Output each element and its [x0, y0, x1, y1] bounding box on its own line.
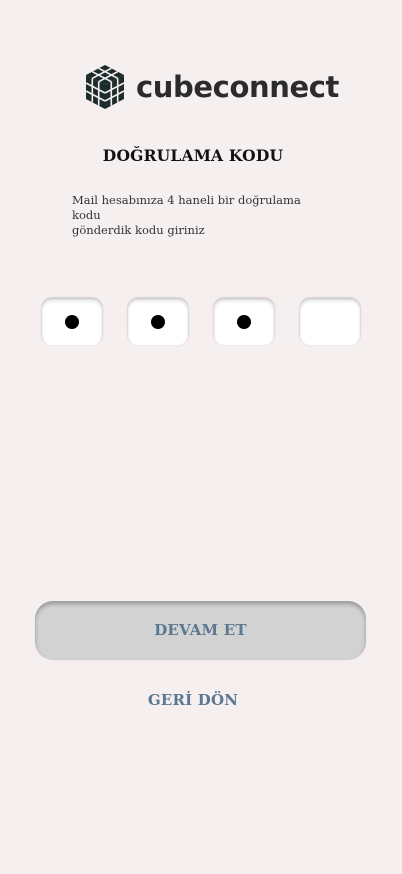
- back-button[interactable]: GERİ DÖN: [0, 691, 386, 709]
- brand-logo: cubeconnect: [84, 62, 339, 112]
- otp-input-group: [42, 299, 360, 345]
- otp-digit-1[interactable]: [42, 299, 102, 345]
- page-title: DOĞRULAMA KODU: [102, 146, 284, 165]
- masked-digit-dot: [151, 315, 165, 329]
- instruction-line-1: Mail hesabınıza 4 haneli bir doğrulama k…: [72, 193, 301, 222]
- brand-name: cubeconnect: [136, 69, 339, 104]
- instruction-text: Mail hesabınıza 4 haneli bir doğrulama k…: [72, 193, 332, 238]
- otp-digit-3[interactable]: [214, 299, 274, 345]
- cube-grid-icon: [85, 65, 125, 109]
- masked-digit-dot: [65, 315, 79, 329]
- otp-digit-4[interactable]: [300, 299, 360, 345]
- otp-digit-2[interactable]: [128, 299, 188, 345]
- instruction-line-2: gönderdik kodu giriniz: [72, 223, 205, 237]
- continue-button[interactable]: DEVAM ET: [35, 601, 366, 659]
- masked-digit-dot: [237, 315, 251, 329]
